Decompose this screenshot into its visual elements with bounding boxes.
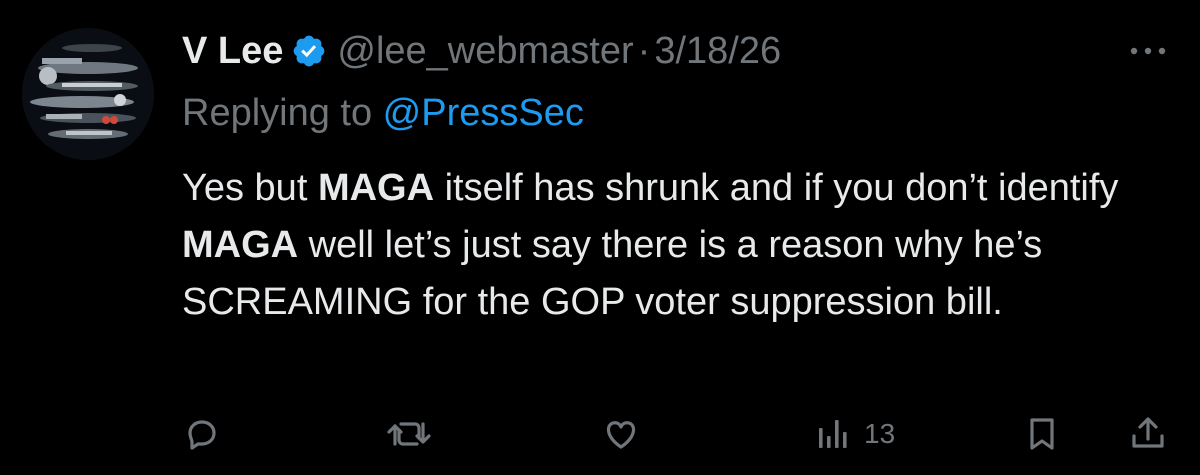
body-text-1: Yes but — [182, 167, 318, 209]
action-bar: 13 — [182, 412, 1172, 456]
replying-to-handle[interactable]: @PressSec — [383, 92, 584, 134]
reply-icon — [188, 420, 216, 450]
bookmark-icon — [1030, 418, 1054, 450]
body-text-2: itself has shrunk and if you don’t ident… — [434, 167, 1119, 209]
author-name[interactable]: V Lee — [182, 30, 283, 73]
more-dots-icon[interactable] — [1126, 36, 1170, 66]
body-text-3: well let’s just say there is a reason wh… — [182, 224, 1043, 323]
bookmark-button[interactable] — [1022, 412, 1062, 456]
tweet-body: Yes but MAGA itself has shrunk and if yo… — [182, 160, 1182, 331]
views-button[interactable]: 13 — [814, 412, 895, 456]
replying-to-label: Replying to — [182, 92, 383, 134]
avatar[interactable] — [22, 28, 154, 160]
share-icon — [1132, 417, 1164, 448]
body-bold-1: MAGA — [317, 167, 435, 209]
views-count: 13 — [864, 418, 896, 449]
retweet-button[interactable] — [385, 412, 433, 456]
tweet-date[interactable]: 3/18/26 — [654, 30, 781, 73]
body-bold-2: MAGA — [182, 224, 299, 266]
avatar-image — [22, 28, 154, 160]
heart-icon — [606, 421, 636, 449]
like-button[interactable] — [600, 412, 642, 456]
retweet-icon — [387, 422, 431, 446]
separator-dot: · — [637, 29, 651, 72]
verified-badge-icon — [294, 35, 325, 67]
share-button[interactable] — [1128, 412, 1168, 456]
views-bar-icon — [819, 420, 847, 448]
replying-to-line: Replying to @PressSec — [182, 92, 584, 135]
tweet-header: V Lee @lee_webmaster · 3/18/26 — [182, 26, 781, 76]
author-handle[interactable]: @lee_webmaster — [337, 30, 633, 73]
tweet: V Lee @lee_webmaster · 3/18/26 Replying … — [0, 0, 1200, 475]
reply-button[interactable] — [182, 412, 222, 456]
